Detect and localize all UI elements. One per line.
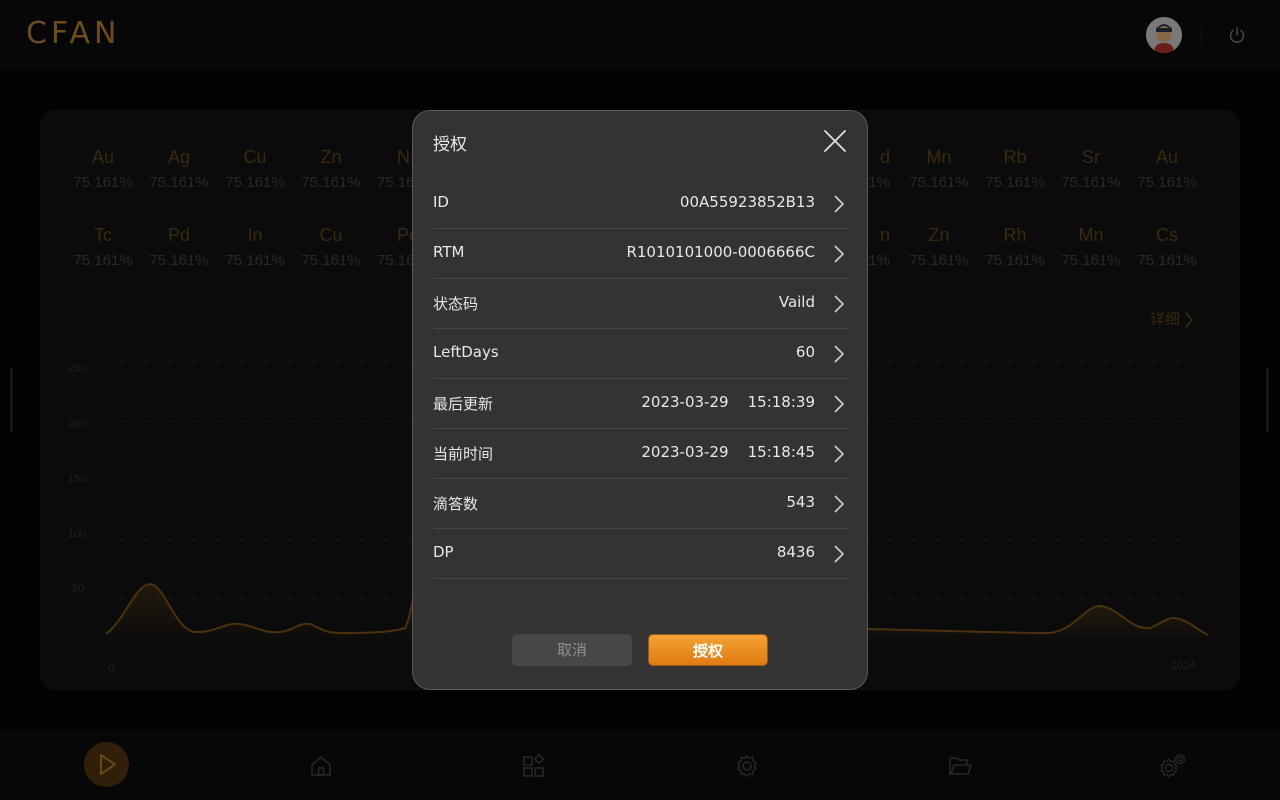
- row-value: 8436: [776, 543, 815, 561]
- row-value: 2023-03-29 15:18:39: [641, 393, 815, 411]
- row-value: 543: [786, 493, 815, 511]
- info-list: ID 00A55923852B13 RTM R1010101000-000666…: [433, 179, 849, 579]
- row-value: 00A55923852B13: [679, 193, 815, 211]
- info-row-dp[interactable]: DP 8436: [433, 529, 849, 579]
- row-label: 状态码: [433, 295, 479, 313]
- info-row-status-code[interactable]: 状态码 Vaild: [433, 279, 849, 329]
- app-screen: CFAN Au 75.161% Ag 75.161% Cu 75.161% Zn 75.…: [0, 0, 1280, 800]
- row-label: ID: [433, 193, 449, 211]
- info-row-id[interactable]: ID 00A55923852B13: [433, 179, 849, 229]
- chevron-right-icon: [834, 545, 845, 563]
- info-row-current-time[interactable]: 当前时间 2023-03-29 15:18:45: [433, 429, 849, 479]
- info-row-rtm[interactable]: RTM R1010101000-0006666C: [433, 229, 849, 279]
- authorization-dialog: 授权 ID 00A55923852B13 RTM R1010101000-000…: [412, 110, 868, 690]
- row-value: 60: [795, 343, 815, 361]
- row-value: R1010101000-0006666C: [626, 243, 815, 261]
- chevron-right-icon: [834, 245, 845, 263]
- chevron-right-icon: [834, 295, 845, 313]
- cancel-button[interactable]: 取消: [512, 634, 632, 666]
- chevron-right-icon: [834, 195, 845, 213]
- dialog-title: 授权: [433, 135, 467, 155]
- row-value: 2023-03-29 15:18:45: [641, 443, 815, 461]
- row-label: 滴答数: [433, 495, 479, 513]
- chevron-right-icon: [834, 345, 845, 363]
- row-label: RTM: [433, 243, 465, 261]
- row-label: 最后更新: [433, 395, 494, 413]
- chevron-right-icon: [834, 445, 845, 463]
- row-label: DP: [433, 543, 454, 561]
- info-row-last-update[interactable]: 最后更新 2023-03-29 15:18:39: [433, 379, 849, 429]
- chevron-right-icon: [834, 495, 845, 513]
- info-row-left-days[interactable]: LeftDays 60: [433, 329, 849, 379]
- chevron-right-icon: [834, 395, 845, 413]
- row-label: 当前时间: [433, 445, 494, 463]
- row-label: LeftDays: [433, 343, 499, 361]
- authorize-button[interactable]: 授权: [648, 634, 768, 666]
- row-value: Vaild: [778, 293, 815, 311]
- info-row-tick-count[interactable]: 滴答数 543: [433, 479, 849, 529]
- close-icon[interactable]: [821, 127, 849, 155]
